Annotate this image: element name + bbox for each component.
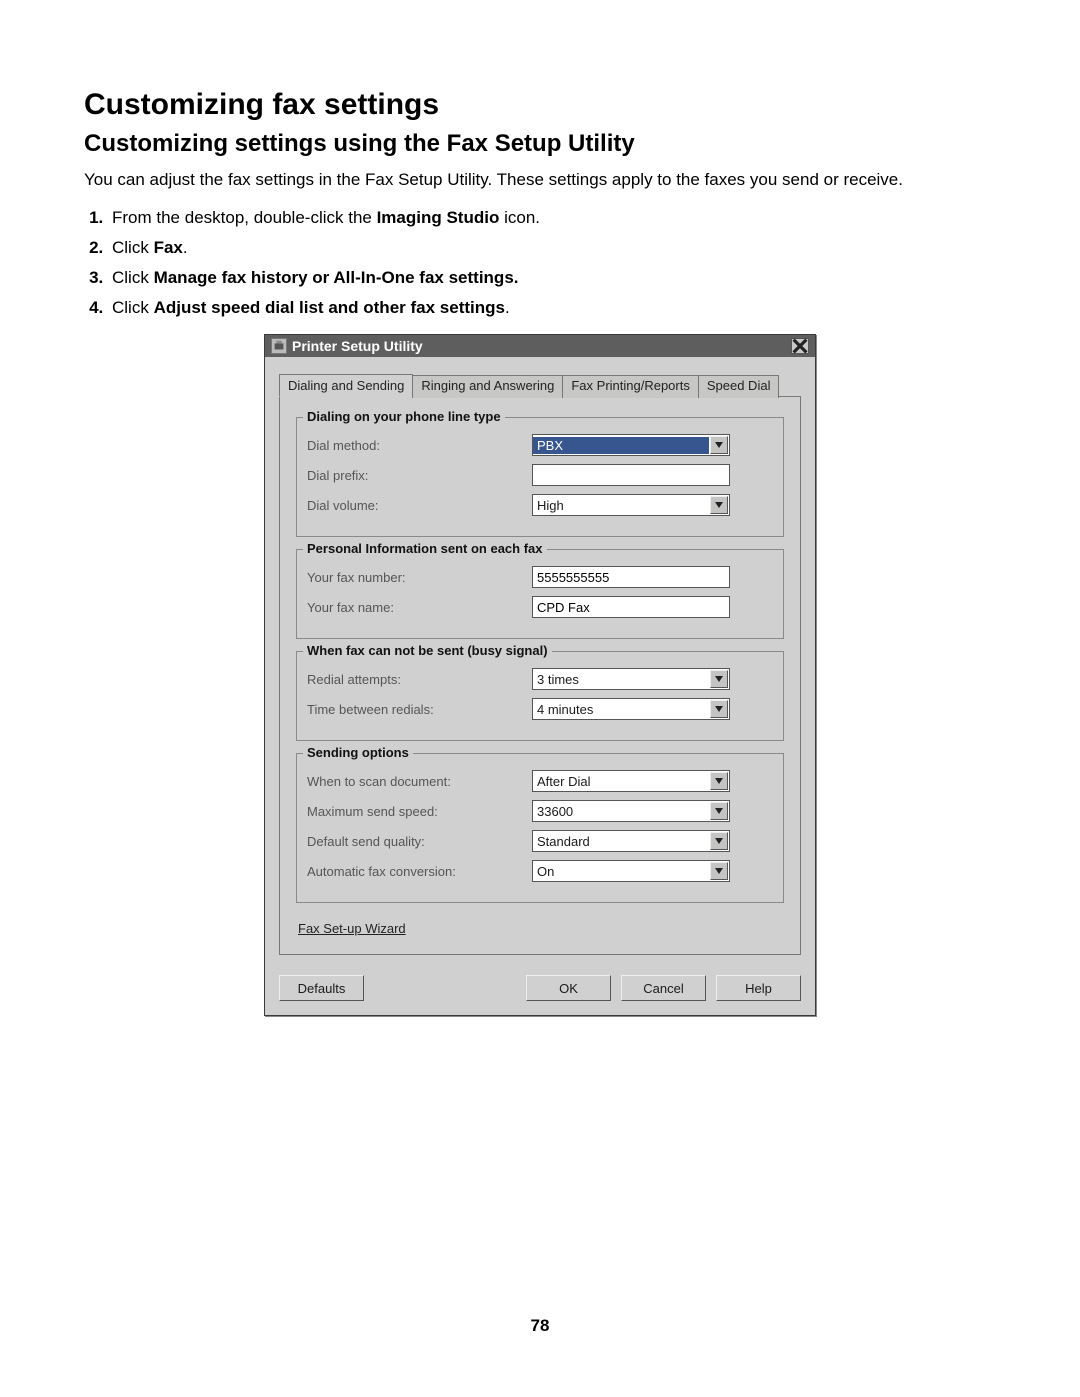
chevron-down-icon (710, 496, 728, 514)
combo-dial-volume-value: High (533, 497, 709, 514)
titlebar: Printer Setup Utility (265, 335, 815, 357)
group-legend-sending: Sending options (303, 745, 413, 760)
step-1: From the desktop, double-click the Imagi… (108, 208, 996, 228)
label-dial-volume: Dial volume: (307, 498, 532, 513)
chevron-down-icon (710, 700, 728, 718)
chevron-down-icon (710, 436, 728, 454)
combo-send-quality-value: Standard (533, 833, 709, 850)
label-when-scan: When to scan document: (307, 774, 532, 789)
group-dialing-phone-type: Dialing on your phone line type Dial met… (296, 417, 784, 537)
step-1-bold: Imaging Studio (377, 208, 500, 227)
tab-speed-dial[interactable]: Speed Dial (698, 375, 780, 398)
close-button[interactable] (791, 338, 809, 354)
tab-ringing-answering[interactable]: Ringing and Answering (412, 375, 563, 398)
step-2-pre: Click (112, 238, 154, 257)
label-fax-name: Your fax name: (307, 600, 532, 615)
close-icon (792, 338, 808, 354)
step-4-post: . (505, 298, 510, 317)
group-legend-personal: Personal Information sent on each fax (303, 541, 547, 556)
tab-panel-dialing-sending: Dialing on your phone line type Dial met… (279, 397, 801, 955)
heading-1: Customizing fax settings (84, 88, 996, 122)
help-button[interactable]: Help (716, 975, 801, 1001)
label-redial-attempts: Redial attempts: (307, 672, 532, 687)
step-3-pre: Click (112, 268, 154, 287)
label-fax-number: Your fax number: (307, 570, 532, 585)
input-dial-prefix[interactable] (532, 464, 730, 486)
label-auto-conversion: Automatic fax conversion: (307, 864, 532, 879)
combo-max-speed-value: 33600 (533, 803, 709, 820)
combo-auto-conversion[interactable]: On (532, 860, 730, 882)
combo-when-scan[interactable]: After Dial (532, 770, 730, 792)
ok-button[interactable]: OK (526, 975, 611, 1001)
step-4-pre: Click (112, 298, 154, 317)
combo-time-between-value: 4 minutes (533, 701, 709, 718)
combo-max-speed[interactable]: 33600 (532, 800, 730, 822)
chevron-down-icon (710, 670, 728, 688)
input-fax-name[interactable] (532, 596, 730, 618)
dialog-title: Printer Setup Utility (292, 338, 423, 354)
printer-setup-dialog: Printer Setup Utility Dialing and Sendin… (264, 334, 816, 1016)
combo-redial-attempts[interactable]: 3 times (532, 668, 730, 690)
chevron-down-icon (710, 802, 728, 820)
group-legend-busy: When fax can not be sent (busy signal) (303, 643, 552, 658)
chevron-down-icon (710, 832, 728, 850)
group-busy-signal: When fax can not be sent (busy signal) R… (296, 651, 784, 741)
group-legend-dialing: Dialing on your phone line type (303, 409, 505, 424)
group-personal-info: Personal Information sent on each fax Yo… (296, 549, 784, 639)
combo-dial-method-value: PBX (533, 437, 709, 454)
combo-send-quality[interactable]: Standard (532, 830, 730, 852)
step-4: Click Adjust speed dial list and other f… (108, 298, 996, 318)
step-3-bold: Manage fax history or All-In-One fax set… (154, 268, 519, 287)
label-dial-method: Dial method: (307, 438, 532, 453)
app-icon (271, 338, 287, 354)
tab-strip: Dialing and Sending Ringing and Answerin… (279, 373, 801, 397)
step-2-bold: Fax (154, 238, 183, 257)
defaults-button[interactable]: Defaults (279, 975, 364, 1001)
label-send-quality: Default send quality: (307, 834, 532, 849)
page-number: 78 (84, 1316, 996, 1336)
tab-fax-printing-reports[interactable]: Fax Printing/Reports (562, 375, 699, 398)
step-2-post: . (183, 238, 188, 257)
heading-2: Customizing settings using the Fax Setup… (84, 130, 996, 158)
step-list: From the desktop, double-click the Imagi… (84, 208, 996, 318)
fax-setup-wizard-link[interactable]: Fax Set-up Wizard (298, 921, 406, 936)
step-1-pre: From the desktop, double-click the (112, 208, 377, 227)
tab-dialing-sending[interactable]: Dialing and Sending (279, 374, 413, 397)
chevron-down-icon (710, 772, 728, 790)
label-dial-prefix: Dial prefix: (307, 468, 532, 483)
combo-dial-volume[interactable]: High (532, 494, 730, 516)
intro-paragraph: You can adjust the fax settings in the F… (84, 170, 996, 190)
combo-redial-attempts-value: 3 times (533, 671, 709, 688)
combo-auto-conversion-value: On (533, 863, 709, 880)
combo-time-between[interactable]: 4 minutes (532, 698, 730, 720)
group-sending-options: Sending options When to scan document: A… (296, 753, 784, 903)
input-fax-number[interactable] (532, 566, 730, 588)
dialog-button-row: Defaults OK Cancel Help (265, 965, 815, 1015)
step-4-bold: Adjust speed dial list and other fax set… (154, 298, 505, 317)
step-2: Click Fax. (108, 238, 996, 258)
label-max-speed: Maximum send speed: (307, 804, 532, 819)
chevron-down-icon (710, 862, 728, 880)
combo-dial-method[interactable]: PBX (532, 434, 730, 456)
step-1-post: icon. (499, 208, 540, 227)
cancel-button[interactable]: Cancel (621, 975, 706, 1001)
step-3: Click Manage fax history or All-In-One f… (108, 268, 996, 288)
combo-when-scan-value: After Dial (533, 773, 709, 790)
label-time-between: Time between redials: (307, 702, 532, 717)
